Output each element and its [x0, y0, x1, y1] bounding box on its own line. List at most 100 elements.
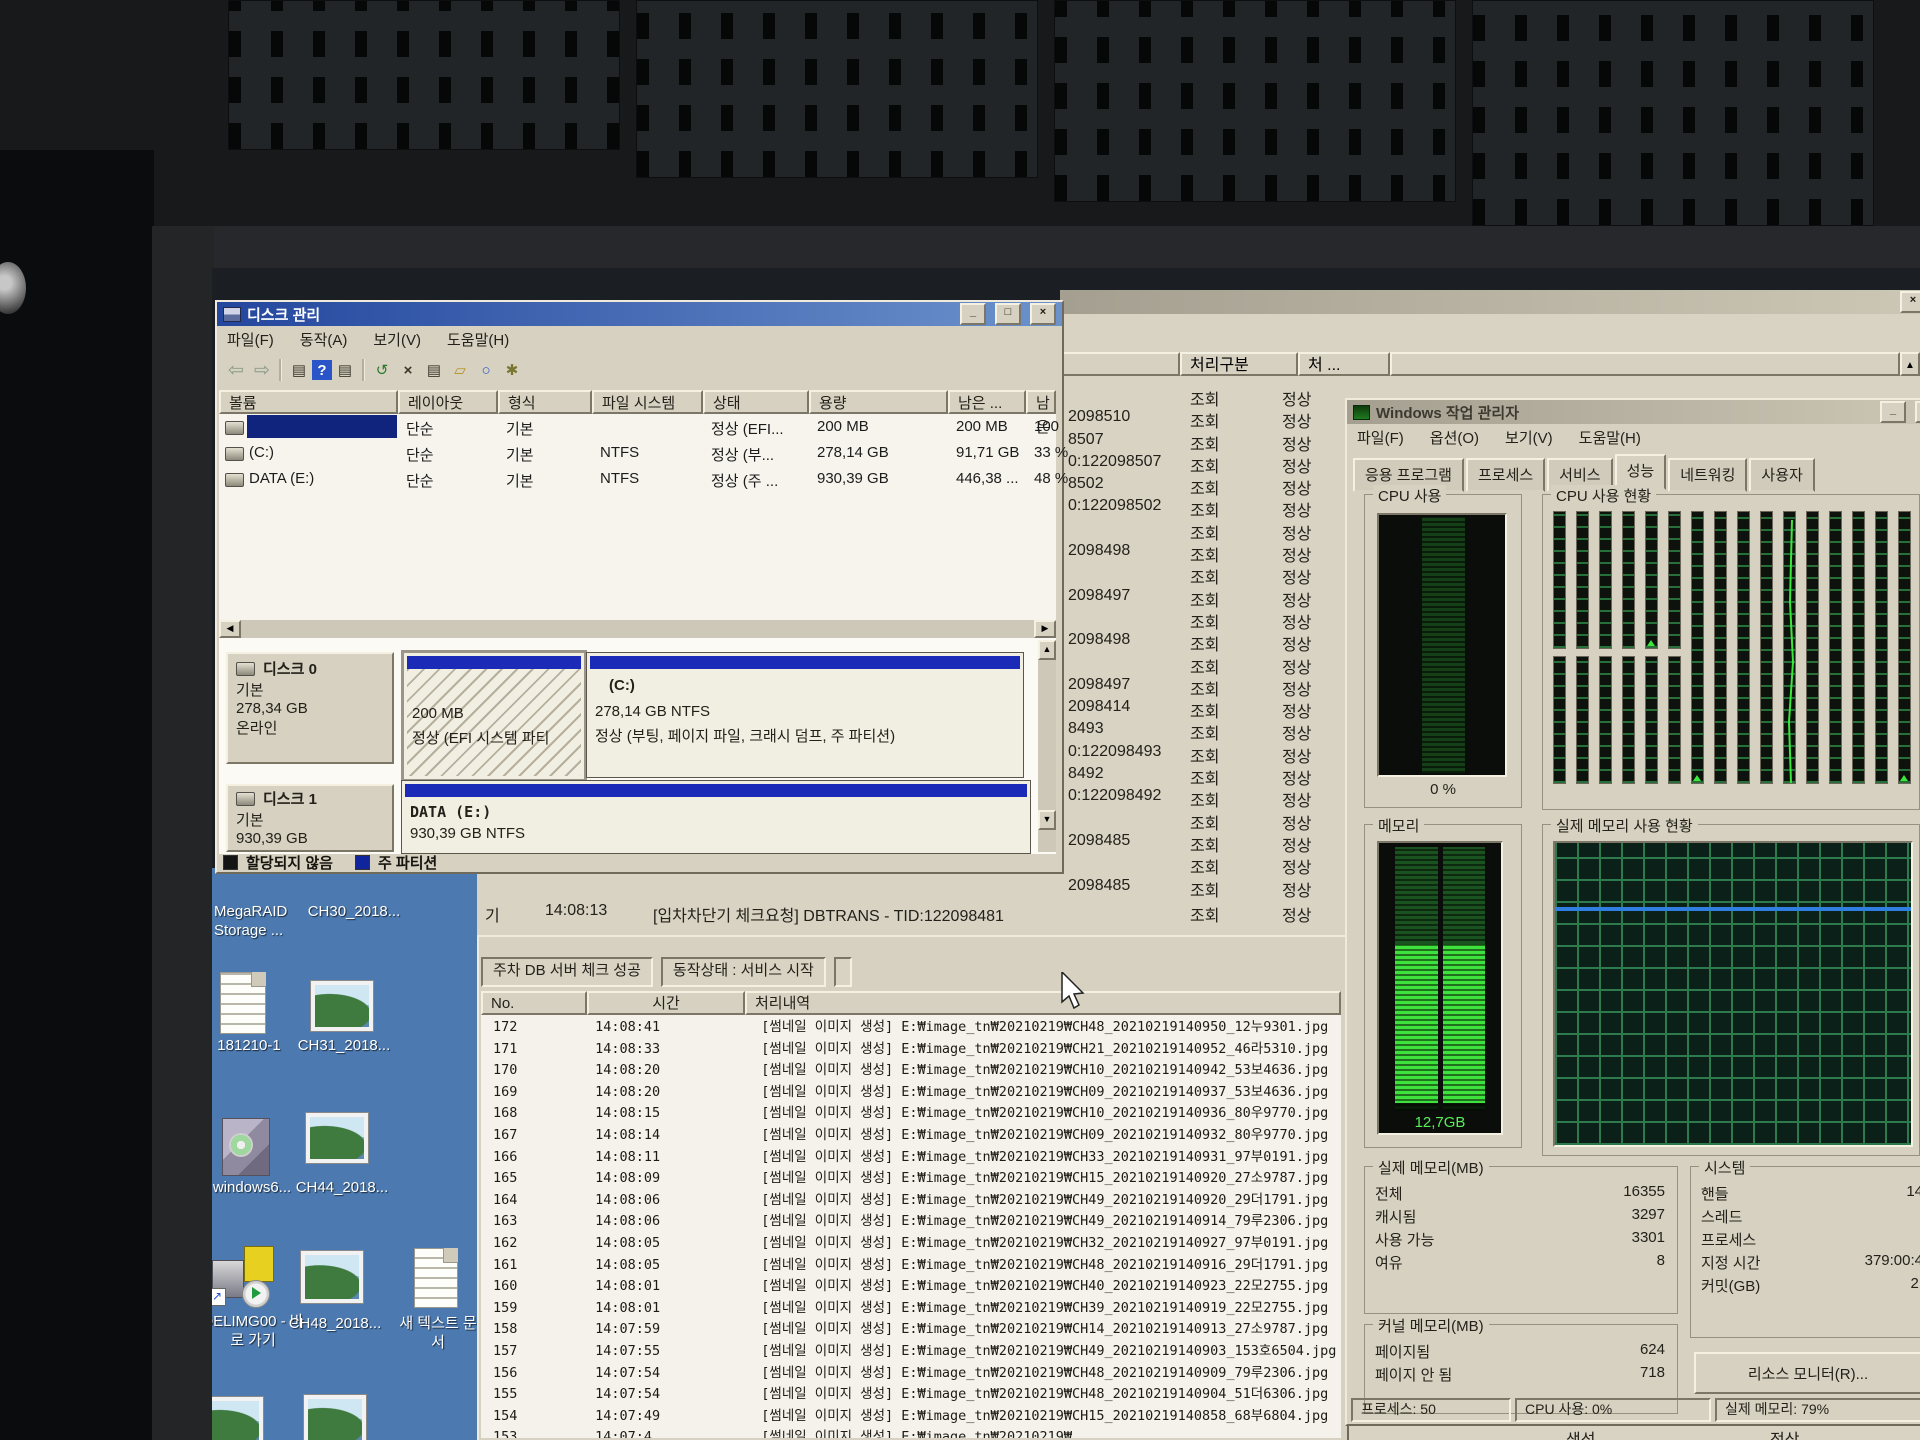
- log-row[interactable]: 166 14:08:11 [썸네일 이미지 생성] E:₩image_tn₩20…: [481, 1145, 1341, 1167]
- log-row[interactable]: 172 14:08:41 [썸네일 이미지 생성] E:₩image_tn₩20…: [481, 1015, 1341, 1037]
- log-row[interactable]: 155 14:07:54 [썸네일 이미지 생성] E:₩image_tn₩20…: [481, 1382, 1341, 1404]
- console-window-icon[interactable]: ▤: [286, 358, 312, 382]
- maximize-icon[interactable]: □: [995, 303, 1021, 325]
- disk0-info-box[interactable]: 디스크 0 기본 278,34 GB 온라인: [226, 652, 394, 764]
- log-row[interactable]: 162 14:08:05 [썸네일 이미지 생성] E:₩image_tn₩20…: [481, 1231, 1341, 1253]
- scroll-right-icon[interactable]: ▶: [1034, 620, 1056, 638]
- column-status[interactable]: 상태: [703, 390, 809, 414]
- log-row[interactable]: 159 14:08:01 [썸네일 이미지 생성] E:₩image_tn₩20…: [481, 1296, 1341, 1318]
- disk-mgmt-title-bar[interactable]: 디스크 관리 _ □ ×: [217, 302, 1062, 326]
- manage-icon[interactable]: ✱: [499, 358, 525, 382]
- maximize-icon[interactable]: □: [1915, 401, 1920, 423]
- log-row[interactable]: 163 14:08:06 [썸네일 이미지 생성] E:₩image_tn₩20…: [481, 1209, 1341, 1231]
- image-thumbnail-icon[interactable]: [310, 980, 374, 1032]
- desktop-icon-label[interactable]: CH48_2018...: [286, 1314, 384, 1333]
- resource-monitor-button[interactable]: 리소스 모니터(R)...: [1694, 1352, 1920, 1394]
- column-type[interactable]: 형식: [498, 390, 592, 414]
- horizontal-scrollbar[interactable]: ◀ ▶: [219, 620, 1056, 638]
- cms-title-bar[interactable]: ×: [1060, 290, 1920, 314]
- disk1-info-box[interactable]: 디스크 1 기본 930,39 GB: [226, 784, 394, 852]
- desktop-icon-label[interactable]: 181210-1: [212, 1036, 294, 1055]
- scroll-up-icon[interactable]: ▲: [1900, 352, 1920, 376]
- log-row[interactable]: 171 14:08:33 [썸네일 이미지 생성] E:₩image_tn₩20…: [481, 1037, 1341, 1059]
- text-document-icon[interactable]: [414, 1248, 458, 1308]
- search-icon[interactable]: ○: [473, 358, 499, 382]
- scroll-up-icon[interactable]: ▲: [1038, 640, 1056, 660]
- log-row[interactable]: 161 14:08:05 [썸네일 이미지 생성] E:₩image_tn₩20…: [481, 1253, 1341, 1275]
- desktop-icon-label[interactable]: CH31_2018...: [294, 1036, 394, 1055]
- desktop-icon-label[interactable]: CH44_2018...: [290, 1178, 394, 1197]
- cms-column-blank[interactable]: [1060, 352, 1180, 376]
- log-row[interactable]: 168 14:08:15 [썸네일 이미지 생성] E:₩image_tn₩20…: [481, 1101, 1341, 1123]
- console-tree-icon[interactable]: ▤: [332, 358, 358, 382]
- menu-file[interactable]: 파일(F): [1357, 427, 1404, 448]
- minimize-icon[interactable]: _: [1880, 401, 1906, 423]
- menu-file[interactable]: 파일(F): [227, 329, 274, 350]
- delimg-shortcut-icon[interactable]: ↗: [212, 1244, 276, 1310]
- scroll-left-icon[interactable]: ◀: [219, 620, 241, 638]
- desktop-icon-label[interactable]: windows6...: [212, 1178, 302, 1197]
- log-row[interactable]: 157 14:07:55 [썸네일 이미지 생성] E:₩image_tn₩20…: [481, 1339, 1341, 1361]
- refresh-icon[interactable]: ↺: [369, 358, 395, 382]
- log-row[interactable]: 167 14:08:14 [썸네일 이미지 생성] E:₩image_tn₩20…: [481, 1123, 1341, 1145]
- menu-action[interactable]: 동작(A): [300, 329, 348, 350]
- column-volume[interactable]: 볼륨: [219, 390, 398, 414]
- column-free-pct[interactable]: 남은: [1026, 390, 1056, 414]
- desktop-icon-label[interactable]: 새 텍스트 문서: [398, 1314, 478, 1352]
- help-icon[interactable]: ?: [312, 360, 332, 380]
- log-list[interactable]: 172 14:08:41 [썸네일 이미지 생성] E:₩image_tn₩20…: [481, 1015, 1341, 1438]
- log-column-time[interactable]: 시간: [587, 991, 745, 1015]
- partition-efi[interactable]: 200 MB 정상 (EFI 시스템 파티: [401, 650, 587, 782]
- volume-row-c[interactable]: (C:) 단순 기본 NTFS 정상 (부... 278,14 GB 91,71…: [219, 440, 1056, 466]
- log-row-message: [썸네일 이미지 생성] E:₩image_tn₩20210219₩CH33_2…: [761, 1149, 1328, 1165]
- image-thumbnail-icon[interactable]: [303, 1394, 367, 1440]
- column-capacity[interactable]: 용량: [809, 390, 948, 414]
- column-free[interactable]: 남은 ...: [948, 390, 1026, 414]
- menu-view[interactable]: 보기(V): [1505, 427, 1553, 448]
- partition-data[interactable]: DATA (E:) 930,39 GB NTFS: [401, 780, 1031, 854]
- log-row[interactable]: 170 14:08:20 [썸네일 이미지 생성] E:₩image_tn₩20…: [481, 1058, 1341, 1080]
- log-row[interactable]: 164 14:08:06 [썸네일 이미지 생성] E:₩image_tn₩20…: [481, 1188, 1341, 1210]
- image-thumbnail-icon[interactable]: [300, 1250, 364, 1304]
- log-column-no[interactable]: No.: [481, 991, 587, 1015]
- column-filesystem[interactable]: 파일 시스템: [592, 390, 703, 414]
- menu-view[interactable]: 보기(V): [373, 329, 421, 350]
- installer-icon[interactable]: [222, 1118, 270, 1176]
- vertical-scrollbar[interactable]: ▲ ▼: [1038, 640, 1056, 852]
- document-icon[interactable]: [220, 972, 266, 1034]
- log-row[interactable]: 158 14:07:59 [썸네일 이미지 생성] E:₩image_tn₩20…: [481, 1317, 1341, 1339]
- close-icon[interactable]: ×: [1900, 291, 1920, 313]
- menu-help[interactable]: 도움말(H): [447, 329, 509, 350]
- log-row[interactable]: 165 14:08:09 [썸네일 이미지 생성] E:₩image_tn₩20…: [481, 1166, 1341, 1188]
- close-icon[interactable]: ×: [1030, 303, 1056, 325]
- log-row[interactable]: 169 14:08:20 [썸네일 이미지 생성] E:₩image_tn₩20…: [481, 1080, 1341, 1102]
- log-column-detail[interactable]: 처리내역: [745, 991, 1341, 1015]
- minimize-icon[interactable]: _: [960, 303, 986, 325]
- log-row[interactable]: 154 14:07:49 [썸네일 이미지 생성] E:₩image_tn₩20…: [481, 1404, 1341, 1426]
- cms-column-status[interactable]: 처 ...: [1298, 352, 1390, 376]
- menu-help[interactable]: 도움말(H): [1579, 427, 1641, 448]
- volume-row-efi[interactable]: 단순 기본 정상 (EFI... 200 MB 200 MB 100: [219, 414, 1056, 440]
- log-row[interactable]: 153 14:07:4 [썸네일 이미지 생성] E:₩image_tn₩202…: [481, 1425, 1341, 1438]
- cms-column-action[interactable]: 처리구분: [1180, 352, 1298, 376]
- open-folder-icon[interactable]: ▱: [447, 358, 473, 382]
- menu-options[interactable]: 옵션(O): [1430, 427, 1479, 448]
- back-icon[interactable]: ⇦: [223, 358, 249, 382]
- tab-processes[interactable]: 프로세스: [1466, 458, 1545, 492]
- column-layout[interactable]: 레이아웃: [398, 390, 498, 414]
- properties-icon[interactable]: ▤: [421, 358, 447, 382]
- desktop-icon-label[interactable]: MegaRAID Storage ...: [212, 902, 314, 940]
- volume-row-data[interactable]: DATA (E:) 단순 기본 NTFS 정상 (주 ... 930,39 GB…: [219, 466, 1056, 492]
- log-row[interactable]: 156 14:07:54 [썸네일 이미지 생성] E:₩image_tn₩20…: [481, 1361, 1341, 1383]
- scroll-down-icon[interactable]: ▼: [1038, 810, 1056, 830]
- task-manager-title-bar[interactable]: Windows 작업 관리자 _ □: [1347, 400, 1920, 424]
- image-thumbnail-icon[interactable]: [305, 1112, 369, 1164]
- desktop-icon-label[interactable]: CH30_2018...: [304, 902, 404, 921]
- forward-icon[interactable]: ⇨: [249, 358, 275, 382]
- tab-networking[interactable]: 네트워킹: [1668, 458, 1747, 492]
- image-thumbnail-icon[interactable]: [212, 1396, 264, 1440]
- partition-c[interactable]: (C:) 278,14 GB NTFS 정상 (부팅, 페이지 파일, 크래시 …: [586, 652, 1024, 778]
- tab-users[interactable]: 사용자: [1749, 458, 1814, 492]
- delete-icon[interactable]: ×: [395, 358, 421, 382]
- log-row[interactable]: 160 14:08:01 [썸네일 이미지 생성] E:₩image_tn₩20…: [481, 1274, 1341, 1296]
